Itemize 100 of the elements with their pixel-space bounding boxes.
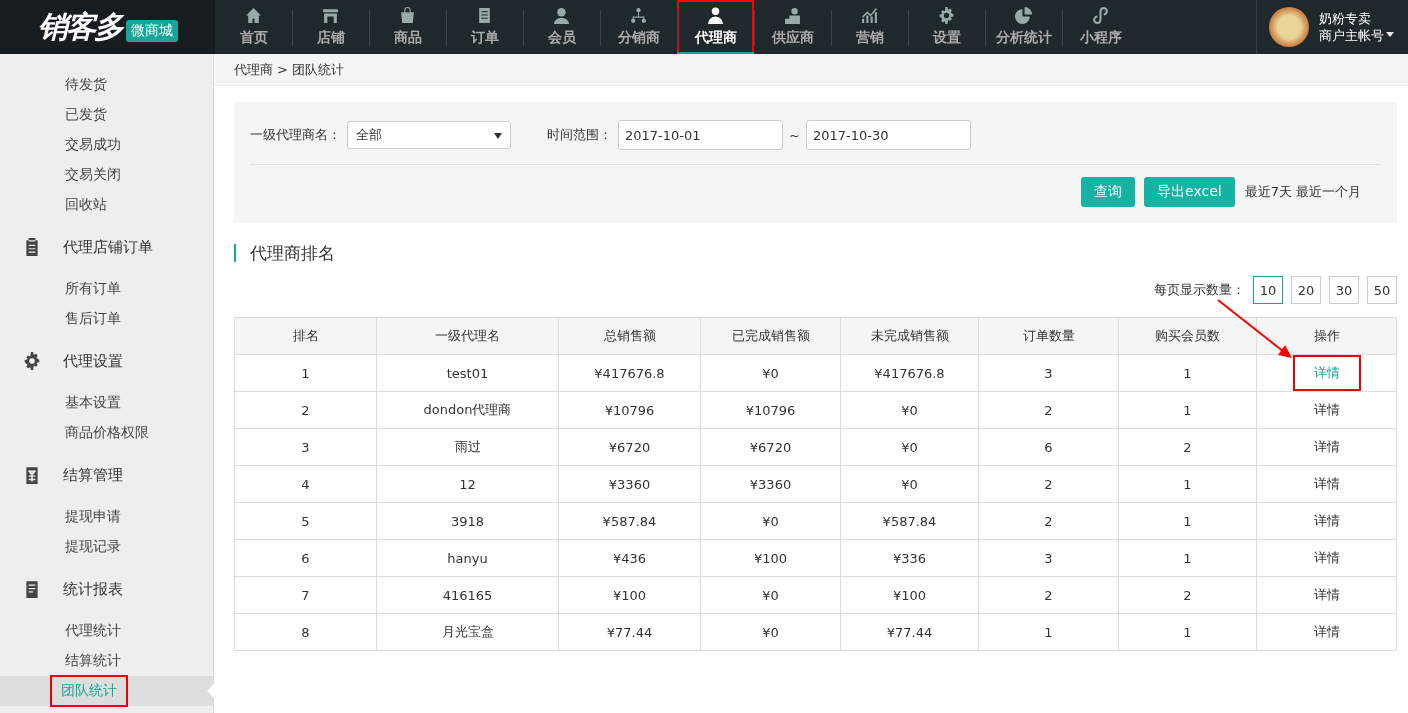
table-cell: 月光宝盒 <box>376 613 559 651</box>
table-cell: ¥77.44 <box>558 613 701 651</box>
sidebar-item[interactable]: 商品价格权限 <box>0 418 213 448</box>
start-date-field[interactable]: 2017-10-01 <box>618 120 783 150</box>
table-cell: 6 <box>978 428 1119 466</box>
shopping-bag-icon <box>399 7 416 24</box>
nav-tab[interactable]: 订单 <box>446 0 523 54</box>
breadcrumb-link[interactable]: 代理商 <box>234 60 273 79</box>
table-cell: ¥0 <box>700 576 841 614</box>
person-desk-icon <box>784 7 801 24</box>
sidebar-item[interactable]: 交易关闭 <box>0 160 213 190</box>
table-cell: 2 <box>978 465 1119 503</box>
table-cell: ¥587.84 <box>840 502 979 540</box>
breadcrumb-separator: > <box>277 62 288 77</box>
column-header: 未完成销售额 <box>840 317 979 355</box>
table-cell: ¥3360 <box>700 465 841 503</box>
sidebar-section-title[interactable]: 代理设置 <box>63 351 123 371</box>
table-cell: ¥0 <box>700 502 841 540</box>
sidebar-item[interactable]: 回收站 <box>0 190 213 220</box>
page-size-option[interactable]: 50 <box>1367 276 1397 304</box>
table-cell: ¥417676.8 <box>558 354 701 392</box>
nav-tab[interactable]: 商品 <box>369 0 446 54</box>
table-cell: 1 <box>234 354 377 392</box>
storefront-icon <box>322 7 339 24</box>
table-cell: test01 <box>376 354 559 392</box>
table-cell: 1 <box>978 613 1119 651</box>
sidebar-item[interactable]: 基本设置 <box>0 388 213 418</box>
sidebar-item[interactable]: 结算统计 <box>0 646 213 676</box>
page-size-option[interactable]: 20 <box>1291 276 1321 304</box>
table-cell: 3 <box>978 354 1119 392</box>
quick-range-link[interactable]: 最近7天 <box>1244 183 1292 201</box>
table-cell: ¥10796 <box>558 391 701 429</box>
sidebar-section-title[interactable]: 代理店铺订单 <box>63 237 153 257</box>
table-cell: 4 <box>234 465 377 503</box>
table-cell: ¥0 <box>700 354 841 392</box>
sidebar-section-title[interactable]: 结算管理 <box>63 465 123 485</box>
table-cell: ¥436 <box>558 539 701 577</box>
table-cell: ¥417676.8 <box>840 354 979 392</box>
table-cell: ¥0 <box>840 465 979 503</box>
table-cell: ¥0 <box>840 391 979 429</box>
agent-dropdown[interactable]: 全部 <box>347 121 511 149</box>
nav-tab[interactable]: 代理商 <box>677 0 754 54</box>
table-cell: ¥336 <box>840 539 979 577</box>
table-cell: 8 <box>234 613 377 651</box>
table-cell: 6 <box>234 539 377 577</box>
table-cell: ¥100 <box>840 576 979 614</box>
table-cell: 2 <box>978 502 1119 540</box>
table-cell: 2 <box>1118 428 1257 466</box>
bar-chart-icon <box>861 7 878 24</box>
table-cell: ¥0 <box>840 428 979 466</box>
sidebar-item[interactable]: 交易成功 <box>0 130 213 160</box>
sidebar-item[interactable]: 已发货 <box>0 100 213 130</box>
nav-tab[interactable]: 小程序 <box>1062 0 1139 54</box>
sidebar-item[interactable]: 所有订单 <box>0 274 213 304</box>
avatar[interactable] <box>1269 7 1309 47</box>
table-cell: 雨过 <box>376 428 559 466</box>
table-cell: 416165 <box>376 576 559 614</box>
settings-icon <box>22 352 41 370</box>
table-cell: 1 <box>1118 539 1257 577</box>
column-header: 订单数量 <box>978 317 1119 355</box>
table-cell: 2 <box>1118 576 1257 614</box>
table-cell: 12 <box>376 465 559 503</box>
table-cell: ¥3360 <box>558 465 701 503</box>
person-icon <box>553 7 570 24</box>
sidebar-item[interactable]: 售后订单 <box>0 304 213 334</box>
table-cell: 7 <box>234 576 377 614</box>
page-size-label: 每页显示数量： <box>1154 281 1245 299</box>
table-cell: 1 <box>1118 391 1257 429</box>
person-tie-icon <box>707 7 724 24</box>
table-cell: 1 <box>1118 502 1257 540</box>
nav-tab[interactable]: 营销 <box>831 0 908 54</box>
end-date-field[interactable]: 2017-10-30 <box>805 120 971 150</box>
nav-tab[interactable]: 分销商 <box>600 0 677 54</box>
table-cell: 1 <box>1118 465 1257 503</box>
page-size-option[interactable]: 10 <box>1253 276 1283 304</box>
sidebar-item[interactable]: 提现申请 <box>0 502 213 532</box>
agent-filter-label: 一级代理商名： <box>250 126 341 144</box>
table-cell: 3 <box>234 428 377 466</box>
page-size-option[interactable]: 30 <box>1329 276 1359 304</box>
settings-icon <box>938 7 955 24</box>
account-menu[interactable]: 商户主帐号 <box>1319 27 1394 44</box>
sidebar-section-title[interactable]: 统计报表 <box>63 579 123 599</box>
table-cell: ¥77.44 <box>840 613 979 651</box>
nav-tab[interactable]: 首页 <box>215 0 292 54</box>
nav-tab[interactable]: 设置 <box>908 0 985 54</box>
hierarchy-icon <box>630 7 647 24</box>
column-header: 一级代理名 <box>376 317 559 355</box>
nav-tab[interactable]: 会员 <box>523 0 600 54</box>
nav-tab[interactable]: 店铺 <box>292 0 369 54</box>
table-cell: ¥100 <box>700 539 841 577</box>
sidebar-item[interactable]: 待发货 <box>0 70 213 100</box>
nav-tab[interactable]: 分析统计 <box>985 0 1062 54</box>
column-header: 已完成销售额 <box>700 317 841 355</box>
sidebar-item[interactable]: 提现记录 <box>0 532 213 562</box>
table-cell: 3 <box>978 539 1119 577</box>
sidebar-item[interactable]: 代理统计 <box>0 616 213 646</box>
table-cell: ¥100 <box>558 576 701 614</box>
table-cell: ¥587.84 <box>558 502 701 540</box>
quick-range-link[interactable]: 最近一个月 <box>1296 183 1361 201</box>
nav-tab[interactable]: 供应商 <box>754 0 831 54</box>
